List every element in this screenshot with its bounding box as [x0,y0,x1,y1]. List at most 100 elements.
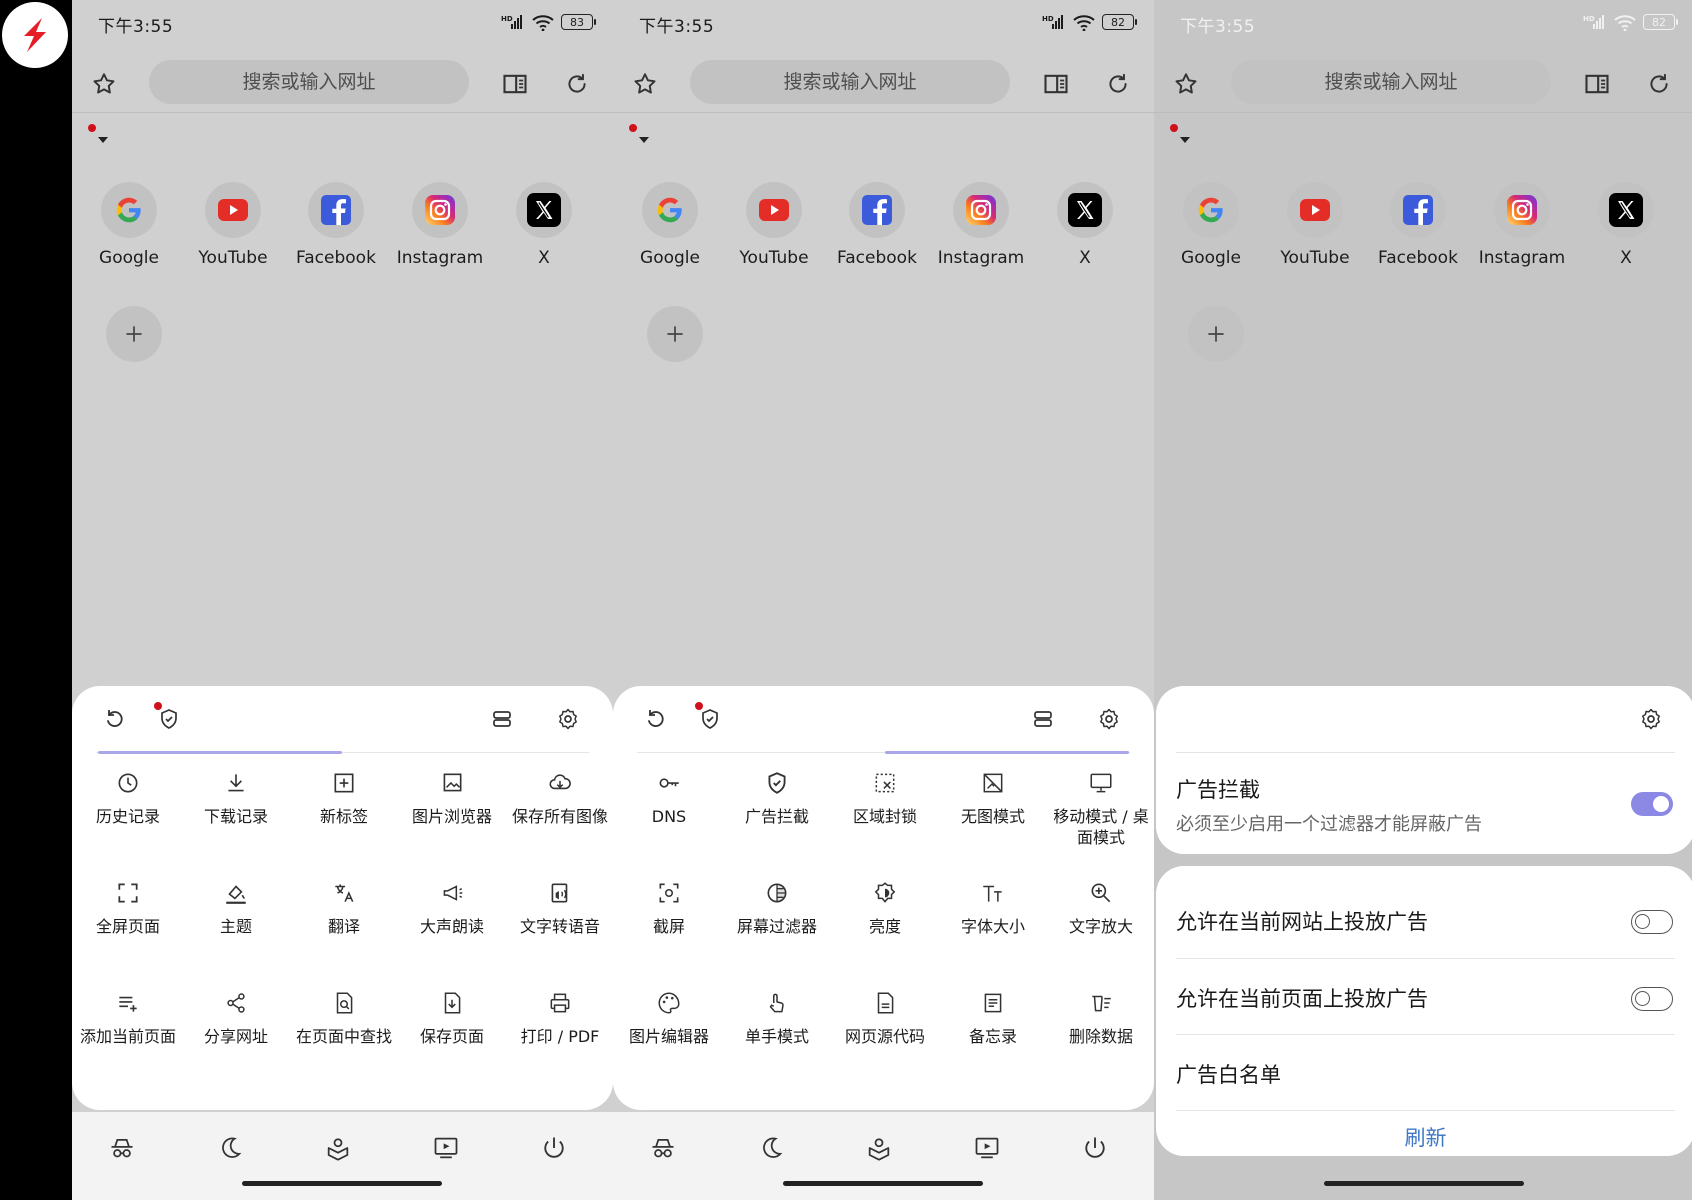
instagram-logo-icon [425,195,455,225]
ad-whitelist-item[interactable]: 广告白名单 [1176,1059,1281,1089]
shortcut-youtube[interactable]: YouTube [181,182,285,268]
allow-site-toggle[interactable] [1631,910,1673,934]
profile-button[interactable] [861,1130,897,1166]
add-shortcut-button[interactable] [647,306,703,362]
tab-dropdown-caret[interactable] [639,137,649,143]
allow-site-label: 允许在当前网站上投放广告 [1176,910,1428,934]
menu-item-read-aloud[interactable]: 大声朗读 [398,878,506,937]
tabs-button[interactable] [485,702,519,736]
settings-button[interactable] [1092,702,1126,736]
shortcut-google[interactable]: Google [618,182,722,268]
shortcut-google[interactable]: Google [77,182,181,268]
menu-item-share-url[interactable]: 分享网址 [182,988,290,1047]
google-logo-icon [657,197,682,223]
exit-button[interactable] [1077,1130,1113,1166]
search-input[interactable]: 搜索或输入网址 [1231,60,1551,104]
menu-item-history[interactable]: 历史记录 [74,768,182,827]
reader-mode-button[interactable] [497,66,533,102]
shortcut-x[interactable]: X [1574,182,1678,268]
plus-icon [667,326,683,342]
menu-item-save-page[interactable]: 保存页面 [398,988,506,1047]
reader-mode-button[interactable] [1038,66,1074,102]
battery-icon: 83 [561,14,596,30]
facebook-logo-icon [862,195,892,225]
menu-item-dns[interactable]: DNS [615,768,723,827]
menu-item-find-in-page[interactable]: 在页面中查找 [290,988,398,1047]
menu-item-text-to-speech[interactable]: 文字转语音 [506,878,613,937]
menu-icon-wrap [221,878,251,908]
menu-item-one-hand-mode[interactable]: 单手模式 [723,988,831,1047]
menu-item-translate[interactable]: 翻译 [290,878,398,937]
menu-header [72,686,613,752]
menu-item-screenshot[interactable]: 截屏 [615,878,723,937]
shortcut-instagram[interactable]: Instagram [929,182,1033,268]
tab-dropdown-caret[interactable] [98,137,108,143]
add-shortcut-button[interactable] [106,306,162,362]
night-mode-button[interactable] [212,1130,248,1166]
shortcut-facebook[interactable]: Facebook [1366,182,1470,268]
menu-item-no-image-mode[interactable]: 无图模式 [939,768,1047,827]
bookmark-button[interactable] [86,66,122,102]
exit-button[interactable] [536,1130,572,1166]
shortcut-x[interactable]: X [1033,182,1137,268]
shortcut-instagram[interactable]: Instagram [388,182,492,268]
reload-button[interactable] [1100,66,1136,102]
add-shortcut-button[interactable] [1188,306,1244,362]
menu-item-theme[interactable]: 主题 [182,878,290,937]
menu-item-brightness[interactable]: 亮度 [831,878,939,937]
reload-button[interactable] [1641,66,1677,102]
menu-item-delete-data[interactable]: 删除数据 [1047,988,1154,1047]
profile-button[interactable] [320,1130,356,1166]
palette-icon [658,992,680,1014]
menu-tab-history[interactable] [639,702,673,736]
menu-item-page-source[interactable]: 网页源代码 [831,988,939,1047]
menu-item-ad-block[interactable]: 广告拦截 [723,768,831,827]
shortcut-google[interactable]: Google [1159,182,1263,268]
status-bar: 下午3:55 HD 82 [1180,10,1678,37]
menu-icon-wrap [545,768,575,798]
incognito-button[interactable] [104,1130,140,1166]
menu-item-save-all-images[interactable]: 保存所有图像 [506,768,613,827]
media-button[interactable] [969,1130,1005,1166]
adblock-toggle[interactable] [1631,792,1673,816]
reload-button[interactable] [559,66,595,102]
menu-item-screen-filter[interactable]: 屏幕过滤器 [723,878,831,937]
app-logo[interactable] [2,2,68,68]
reader-mode-button[interactable] [1579,66,1615,102]
tab-dropdown-caret[interactable] [1180,137,1190,143]
menu-item-print-pdf[interactable]: 打印 / PDF [506,988,613,1047]
menu-item-new-tab[interactable]: 新标签 [290,768,398,827]
shortcut-youtube[interactable]: YouTube [1263,182,1367,268]
bookmark-button[interactable] [627,66,663,102]
refresh-button[interactable]: 刷新 [1156,1122,1692,1152]
menu-item-text-zoom[interactable]: 文字放大 [1047,878,1154,937]
menu-item-add-current-page[interactable]: 添加当前页面 [74,988,182,1047]
shortcut-icon-circle [412,182,468,238]
bookmark-button[interactable] [1168,66,1204,102]
allow-page-toggle[interactable] [1631,987,1673,1011]
media-button[interactable] [428,1130,464,1166]
menu-item-region-block[interactable]: 区域封锁 [831,768,939,827]
menu-icon-wrap [437,878,467,908]
incognito-button[interactable] [645,1130,681,1166]
tabs-button[interactable] [1026,702,1060,736]
search-input[interactable]: 搜索或输入网址 [690,60,1010,104]
menu-icon-wrap [762,768,792,798]
night-mode-button[interactable] [753,1130,789,1166]
menu-item-desktop-mode[interactable]: 移动模式 / 桌面模式 [1047,768,1154,848]
shortcut-x[interactable]: X [492,182,596,268]
menu-item-font-size[interactable]: 字体大小 [939,878,1047,937]
settings-button[interactable] [551,702,585,736]
shortcut-facebook[interactable]: Facebook [284,182,388,268]
shortcut-youtube[interactable]: YouTube [722,182,826,268]
menu-item-notes[interactable]: 备忘录 [939,988,1047,1047]
shortcut-facebook[interactable]: Facebook [825,182,929,268]
menu-item-image-viewer[interactable]: 图片浏览器 [398,768,506,827]
search-input[interactable]: 搜索或输入网址 [149,60,469,104]
adblock-settings-button[interactable] [1634,702,1668,736]
menu-tab-history[interactable] [98,702,132,736]
menu-item-downloads[interactable]: 下载记录 [182,768,290,827]
shortcut-instagram[interactable]: Instagram [1470,182,1574,268]
menu-item-fullscreen[interactable]: 全屏页面 [74,878,182,937]
menu-item-image-editor[interactable]: 图片编辑器 [615,988,723,1047]
